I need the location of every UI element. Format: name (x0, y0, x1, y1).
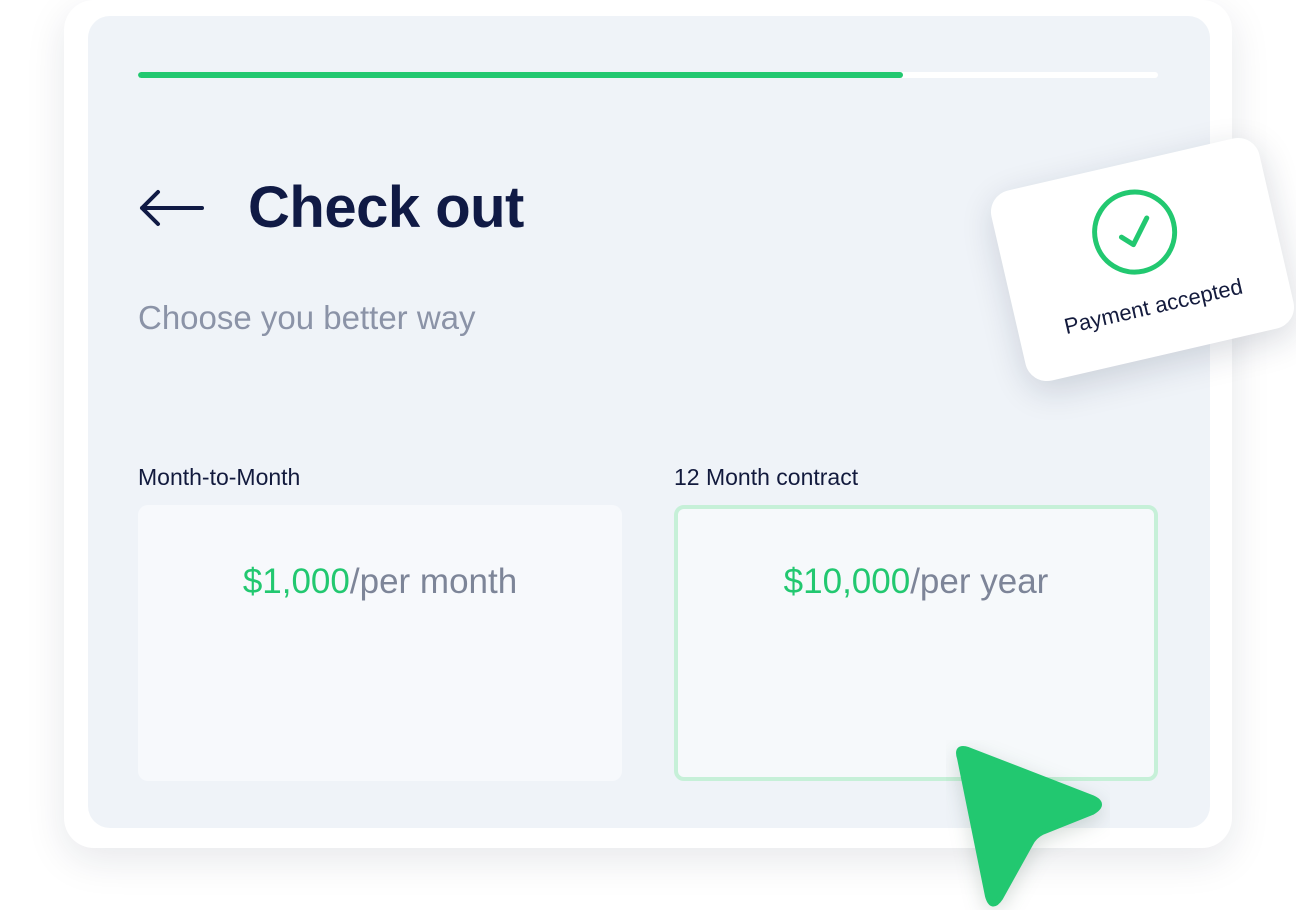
progress-bar (138, 72, 1158, 78)
pointer-cursor-icon (956, 746, 1102, 907)
back-button[interactable] (138, 188, 204, 228)
page-subtitle: Choose you better way (138, 299, 476, 336)
plan-price-amount: $1,000 (242, 562, 350, 601)
toast-message: Payment accepted (1061, 273, 1245, 339)
check-circle-icon (1092, 189, 1178, 275)
plan-label-annual: 12 Month contract (674, 464, 859, 490)
plan-price-period: /per year (910, 562, 1049, 601)
arrow-left-icon (140, 190, 204, 226)
progress-bar-fill (138, 72, 903, 78)
plan-price: $10,000/per year (678, 560, 1154, 604)
plan-label-monthly: Month-to-Month (138, 464, 301, 490)
plan-price-amount: $10,000 (783, 562, 911, 601)
plan-price: $1,000/per month (138, 560, 622, 604)
plan-card-monthly[interactable]: $1,000/per month (138, 505, 622, 781)
page-title: Check out (248, 175, 524, 240)
plan-price-period: /per month (349, 562, 518, 601)
